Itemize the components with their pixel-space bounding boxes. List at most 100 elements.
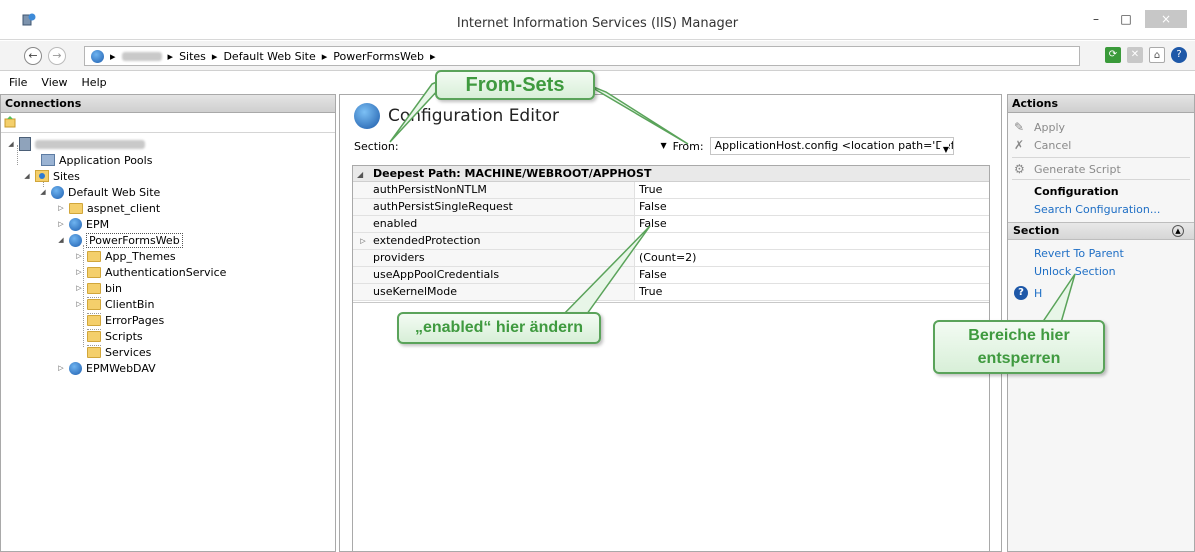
script-icon: ⚙ [1014,162,1025,176]
forward-button[interactable]: → [48,47,66,65]
connect-icon[interactable] [4,115,18,129]
from-sets-callout: From-Sets [435,70,595,100]
property-value[interactable] [635,233,989,249]
tree-services[interactable]: Services [87,344,151,360]
tree-label: Sites [53,169,80,183]
callout-line: entsperren [977,350,1061,367]
section-dropdown[interactable]: ▼ [399,137,666,155]
tree-bin[interactable]: ▷ bin [75,280,122,296]
tree-default-web-site[interactable]: ◢ Default Web Site [39,184,160,200]
property-grid: ◢ Deepest Path: MACHINE/WEBROOT/APPHOST … [352,165,990,551]
grid-row-useapppoolcredentials[interactable]: useAppPoolCredentials False [353,267,989,284]
breadcrumb-separator: ▸ [167,49,174,63]
menu-help[interactable]: Help [82,76,107,89]
chevron-down-icon: ▼ [939,142,949,154]
action-label: Apply [1034,120,1066,134]
collapsed-arrow-icon: ▷ [76,268,82,276]
address-path[interactable]: ▸ ▸ Sites ▸ Default Web Site ▸ PowerForm… [84,46,1080,66]
expanded-arrow-icon: ◢ [8,140,14,148]
tree-errorpages[interactable]: ErrorPages [87,312,164,328]
generate-script-action[interactable]: ⚙ Generate Script [1014,161,1121,177]
tree-sites[interactable]: ◢ Sites [23,168,80,184]
tree-label: Application Pools [59,153,153,167]
property-value[interactable]: False [635,216,989,232]
help-link-label: H [1034,286,1043,300]
folder-icon [87,346,101,358]
search-configuration-link[interactable]: Search Configuration... [1014,201,1160,217]
cancel-action[interactable]: ✗ Cancel [1014,137,1071,153]
from-dropdown[interactable]: ApplicationHost.config <location path='D… [709,137,954,155]
redacted-server-name [121,51,162,61]
back-button[interactable]: ← [24,47,42,65]
tree-clientbin[interactable]: ▷ ClientBin [75,296,154,312]
from-value: ApplicationHost.config <location path='D… [714,139,953,152]
property-name: useKernelMode [373,285,457,298]
tree-label: App_Themes [105,249,176,263]
collapsed-arrow-icon: ▷ [76,252,82,260]
property-value[interactable]: True [635,284,989,300]
help-action[interactable]: ? H [1014,285,1042,301]
property-value[interactable]: (Count=2) [635,250,989,266]
home-icon[interactable]: ⌂ [1149,47,1165,63]
unlock-section-link[interactable]: Unlock Section [1014,263,1116,279]
tree-epm[interactable]: ▷ EPM [57,216,109,232]
breadcrumb-separator: ▸ [321,49,328,63]
tree-app-themes[interactable]: ▷ App_Themes [75,248,176,264]
web-application-icon [69,233,82,247]
tree-authentication-service[interactable]: ▷ AuthenticationService [75,264,226,280]
collapse-icon[interactable]: ▲ [1172,225,1184,237]
collapsed-arrow-icon: ▷ [76,300,82,308]
property-value[interactable]: False [635,199,989,215]
address-bar: ← → ▸ ▸ Sites ▸ Default Web Site ▸ Power… [0,41,1195,71]
tree-aspnet-client[interactable]: ▷ aspnet_client [57,200,160,216]
maximize-button[interactable]: □ [1115,11,1137,27]
tree-epmwebdav[interactable]: ▷ EPMWebDAV [57,360,156,376]
folder-icon [87,314,101,326]
grid-row-authpersistnonntlm[interactable]: authPersistNonNTLM True [353,182,989,199]
collapsed-arrow-icon[interactable]: ▷ [359,233,367,249]
tree-label: bin [105,281,123,295]
folder-icon [87,298,101,310]
breadcrumb-default-web-site[interactable]: Default Web Site [223,50,315,63]
close-button[interactable]: × [1145,10,1187,28]
expanded-arrow-icon: ◢ [40,188,46,196]
actions-header: Actions [1008,95,1194,113]
property-value[interactable]: True [635,182,989,198]
property-name: extendedProtection [373,234,481,247]
menu-file[interactable]: File [9,76,27,89]
refresh-icon[interactable]: ⟳ [1105,47,1121,63]
breadcrumb-sites[interactable]: Sites [179,50,206,63]
breadcrumb-powerformsweb[interactable]: PowerFormsWeb [333,50,424,63]
help-icon[interactable]: ? [1171,47,1187,63]
connections-toolbar [1,113,335,133]
from-label: From: [672,139,704,153]
grid-row-authpersistsinglerequest[interactable]: authPersistSingleRequest False [353,199,989,216]
breadcrumb-separator: ▸ [211,49,218,63]
callout-line: Bereiche hier [968,327,1070,344]
grid-row-providers[interactable]: providers (Count=2) [353,250,989,267]
tree-label: EPM [86,217,110,231]
section-header[interactable]: Section ▲ [1008,222,1194,240]
stop-icon[interactable]: ✕ [1127,47,1143,63]
property-value[interactable]: False [635,267,989,283]
menu-bar: File View Help [0,72,1195,92]
expanded-arrow-icon: ◢ [357,170,364,179]
section-label: Section: [354,139,399,153]
window-title: Internet Information Services (IIS) Mana… [456,16,739,31]
revert-to-parent-link[interactable]: Revert To Parent [1014,245,1124,261]
tree-powerformsweb[interactable]: ◢ PowerFormsWeb [57,232,183,248]
menu-view[interactable]: View [41,76,67,89]
tree-server-node[interactable]: ◢ [7,136,145,152]
tree-scripts[interactable]: Scripts [87,328,143,344]
globe-icon [91,49,104,63]
apply-action[interactable]: ✎ Apply [1014,119,1065,135]
folder-icon [87,266,101,278]
deepest-path-header[interactable]: ◢ Deepest Path: MACHINE/WEBROOT/APPHOST [353,166,989,182]
grid-row-enabled[interactable]: enabled False [353,216,989,233]
tree-application-pools[interactable]: Application Pools [41,152,152,168]
grid-row-extendedprotection[interactable]: ▷ extendedProtection [353,233,989,250]
grid-row-usekernelmode[interactable]: useKernelMode True [353,284,989,301]
help-icon: ? [1014,286,1028,300]
tree-label: Scripts [105,329,143,343]
minimize-button[interactable]: – [1085,11,1107,27]
